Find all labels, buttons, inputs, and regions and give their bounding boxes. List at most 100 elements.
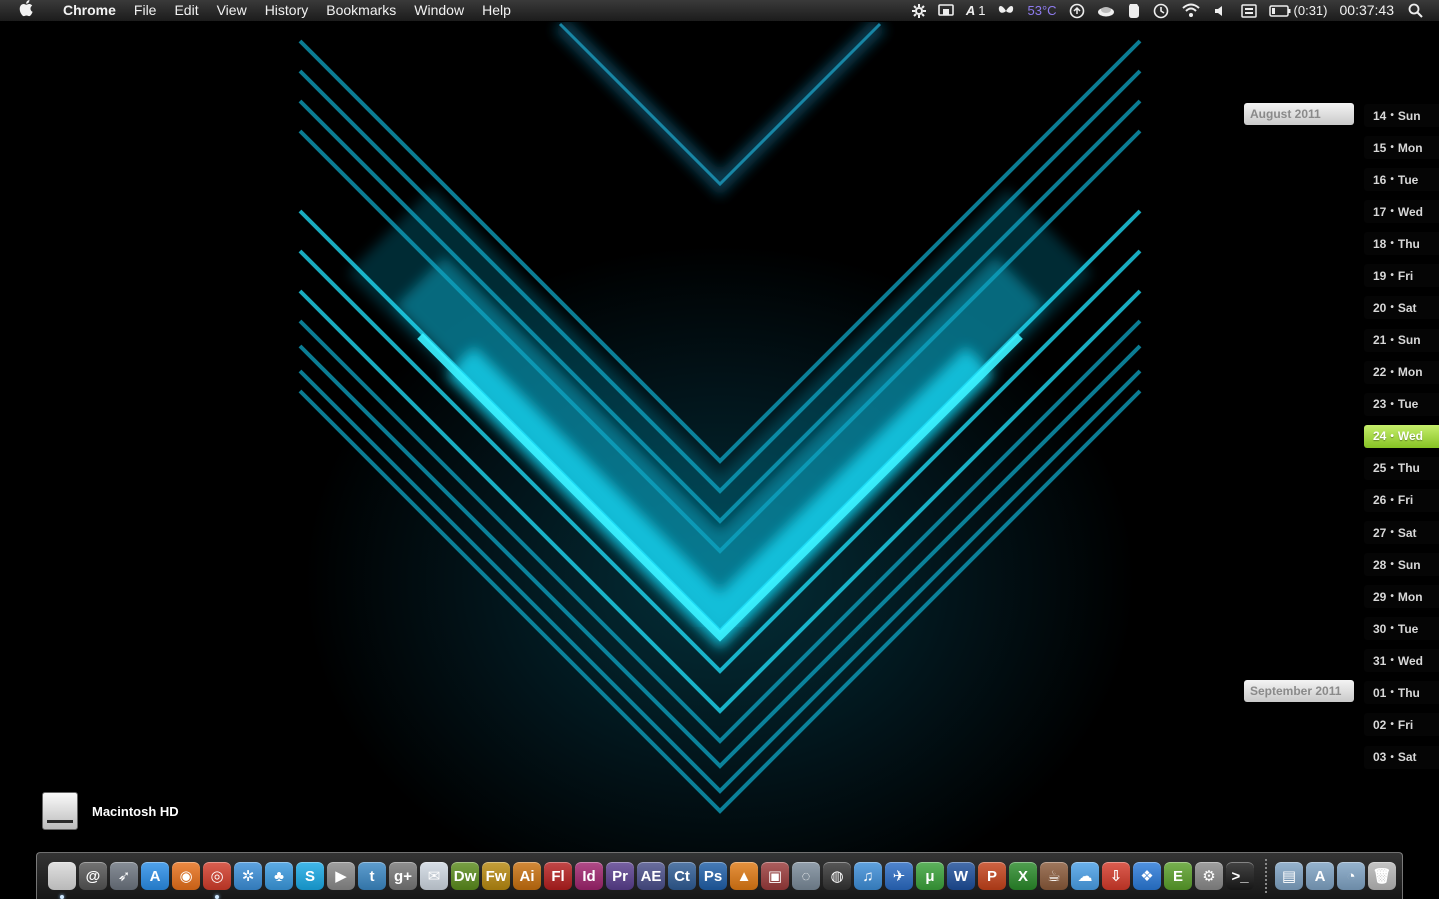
- menu-window[interactable]: Window: [405, 0, 473, 21]
- indesign-icon[interactable]: Id: [575, 862, 603, 890]
- calendar-day[interactable]: 26 • Fri: [1364, 488, 1439, 512]
- calendar-day[interactable]: 01 • Thu: [1364, 681, 1439, 705]
- keyboard-viewer-icon[interactable]: [1235, 3, 1263, 18]
- safari-icon[interactable]: ✲: [234, 862, 262, 890]
- cloud-status-icon[interactable]: [1091, 4, 1121, 18]
- photo-booth-icon[interactable]: ▣: [761, 862, 789, 890]
- coffee-icon[interactable]: ☕: [1040, 862, 1068, 890]
- flash-icon[interactable]: Fl: [544, 862, 572, 890]
- menubar-clock[interactable]: 00:37:43: [1334, 0, 1403, 21]
- fireworks-icon[interactable]: Fw: [482, 862, 510, 890]
- after-effects-icon[interactable]: AE: [637, 862, 665, 890]
- menu-file[interactable]: File: [125, 0, 166, 21]
- workspace-indicator[interactable]: A1: [960, 0, 992, 21]
- calendar-day[interactable]: 20 • Sat: [1364, 296, 1439, 320]
- display-status-icon[interactable]: [932, 3, 960, 18]
- calendar-day[interactable]: 19 • Fri: [1364, 264, 1439, 288]
- chrome-icon[interactable]: ◎: [203, 862, 231, 899]
- messenger-icon[interactable]: ♣: [265, 862, 293, 890]
- utorrent-icon[interactable]: μ: [916, 862, 944, 890]
- skype-icon[interactable]: S: [296, 862, 324, 890]
- app-store-icon[interactable]: A: [141, 862, 169, 890]
- premiere-icon[interactable]: Pr: [606, 862, 634, 890]
- day-name: Mon: [1397, 140, 1423, 155]
- inbox-icon[interactable]: ⇩: [1102, 862, 1130, 890]
- finder-icon[interactable]: [48, 862, 76, 899]
- calendar-day[interactable]: 28 • Sun: [1364, 553, 1439, 577]
- vlc-icon[interactable]: ▲: [730, 862, 758, 890]
- dock-item-glyph: ◔: [1346, 867, 1356, 885]
- dock-item-glyph: ▤: [1281, 868, 1297, 885]
- calendar-day[interactable]: 29 • Mon: [1364, 585, 1439, 609]
- evernote-icon[interactable]: E: [1164, 862, 1192, 890]
- google-icon[interactable]: g+: [389, 862, 417, 890]
- dropbox-icon[interactable]: ❖: [1133, 862, 1161, 890]
- calendar-day[interactable]: 23 • Tue: [1364, 392, 1439, 416]
- day-number: 23: [1373, 397, 1387, 412]
- battery-status[interactable]: (0:31): [1263, 0, 1334, 21]
- documents-folder-icon[interactable]: ▤: [1275, 862, 1303, 890]
- powerpoint-icon[interactable]: P: [978, 862, 1006, 890]
- sync-status-icon[interactable]: [1063, 3, 1091, 19]
- mail-icon[interactable]: ✉: [420, 862, 448, 890]
- twitter-icon[interactable]: t: [358, 862, 386, 890]
- downloads-folder-icon[interactable]: ◔: [1337, 862, 1365, 890]
- volume-icon[interactable]: [1207, 4, 1235, 18]
- calendar-day[interactable]: 27 • Sat: [1364, 521, 1439, 545]
- menu-extras: A1 53°C (0:31) 00:37:43: [906, 0, 1439, 21]
- calendar-day[interactable]: 18 • Thu: [1364, 232, 1439, 256]
- bullet-separator: •: [1390, 559, 1394, 571]
- firefox-icon[interactable]: ◉: [172, 862, 200, 890]
- calendar-day[interactable]: 22 • Mon: [1364, 360, 1439, 384]
- temperature-readout[interactable]: 53°C: [1021, 0, 1062, 21]
- menu-bookmarks[interactable]: Bookmarks: [317, 0, 405, 21]
- day-name: Thu: [1397, 461, 1420, 476]
- mail-at-icon[interactable]: @: [79, 862, 107, 890]
- menu-app-name[interactable]: Chrome: [54, 0, 125, 21]
- calendar-day[interactable]: 02 • Fri: [1364, 713, 1439, 737]
- calendar-day-today[interactable]: 24 • Wed: [1364, 424, 1439, 448]
- spotlight-search-icon[interactable]: [1402, 3, 1439, 18]
- apple-menu-icon[interactable]: [0, 0, 54, 23]
- butterfly-status-icon[interactable]: [991, 4, 1021, 18]
- macintosh-hd-desktop-item[interactable]: Macintosh HD: [42, 792, 179, 830]
- word-icon[interactable]: W: [947, 862, 975, 890]
- time-machine-icon[interactable]: [1147, 3, 1175, 19]
- calendar-day[interactable]: 17 • Wed: [1364, 200, 1439, 224]
- menu-edit[interactable]: Edit: [165, 0, 207, 21]
- calendar-day[interactable]: 16 • Tue: [1364, 168, 1439, 192]
- menu-view[interactable]: View: [208, 0, 256, 21]
- calendar-day[interactable]: 15 • Mon: [1364, 136, 1439, 160]
- dock-item-glyph: ▣: [767, 868, 783, 885]
- dock-item-glyph: ✉: [427, 868, 441, 885]
- dock-item-glyph: Dw: [453, 867, 477, 885]
- xcode-icon[interactable]: ✈: [885, 862, 913, 890]
- menu-help[interactable]: Help: [473, 0, 520, 21]
- photoshop-icon[interactable]: Ps: [699, 862, 727, 890]
- gear-status-icon[interactable]: [906, 3, 932, 18]
- calendar-day[interactable]: 21 • Sun: [1364, 328, 1439, 352]
- facetime-icon[interactable]: ▶: [327, 862, 355, 890]
- aperture-icon[interactable]: ◍: [823, 862, 851, 890]
- calendar-day[interactable]: 25 • Thu: [1364, 456, 1439, 480]
- captivate-icon[interactable]: Ct: [668, 862, 696, 890]
- wifi-icon[interactable]: [1175, 3, 1207, 18]
- launchpad-icon[interactable]: ➶: [110, 862, 138, 890]
- itunes-icon[interactable]: ♫: [854, 862, 882, 890]
- terminal-icon[interactable]: >_: [1226, 862, 1254, 890]
- excel-icon[interactable]: X: [1009, 862, 1037, 890]
- calendar-day[interactable]: 14 • Sun: [1364, 104, 1439, 127]
- dreamweaver-icon[interactable]: Dw: [451, 862, 479, 890]
- applications-folder-icon[interactable]: A: [1306, 862, 1334, 890]
- trash-icon[interactable]: 🗑: [1368, 862, 1396, 890]
- dock-item-glyph: ☁: [1077, 868, 1093, 885]
- menu-history[interactable]: History: [256, 0, 318, 21]
- preview-icon[interactable]: ◌: [792, 862, 820, 890]
- system-preferences-icon[interactable]: ⚙: [1195, 862, 1223, 890]
- calendar-day[interactable]: 30 • Tue: [1364, 617, 1439, 641]
- calendar-day[interactable]: 31 • Wed: [1364, 649, 1439, 673]
- evernote-status-icon[interactable]: [1121, 3, 1147, 19]
- calendar-day[interactable]: 03 • Sat: [1364, 745, 1439, 769]
- illustrator-icon[interactable]: Ai: [513, 862, 541, 890]
- cloud-icon[interactable]: ☁: [1071, 862, 1099, 890]
